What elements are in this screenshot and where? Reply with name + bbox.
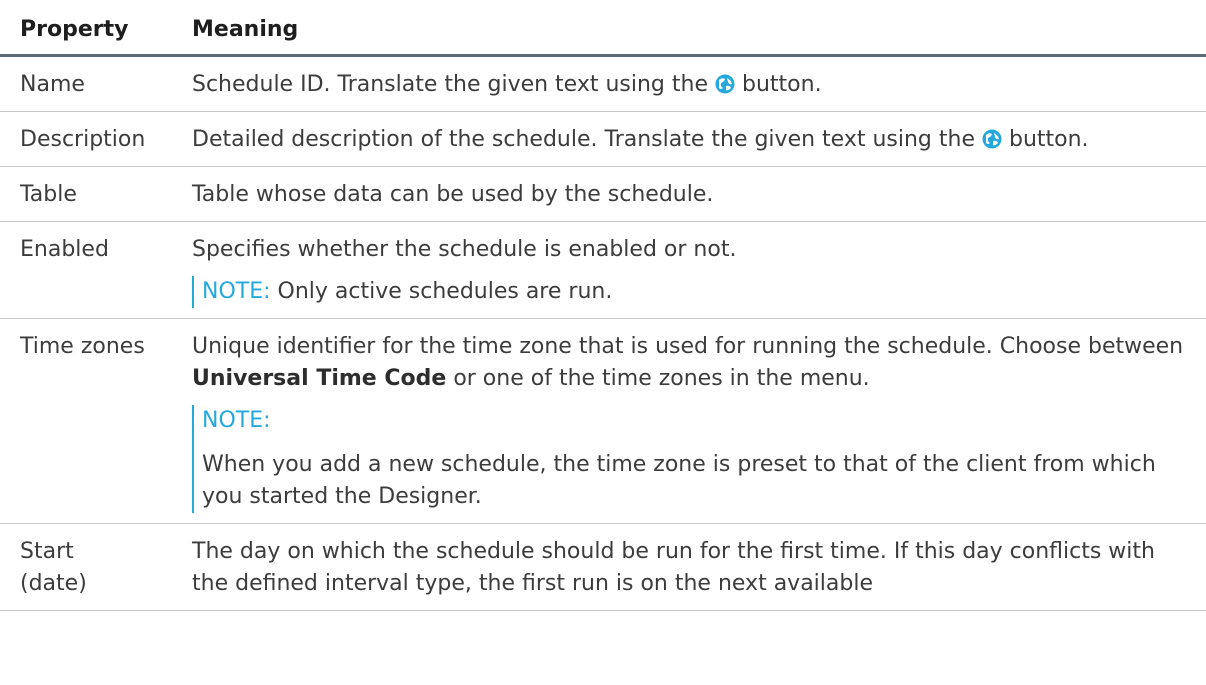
properties-table: Property Meaning Name Schedule ID. Trans… (0, 0, 1206, 611)
meaning-text-after: button. (1008, 127, 1089, 152)
table-header-row: Property Meaning (0, 0, 1206, 57)
note-text: When you add a new schedule, the time zo… (202, 452, 1156, 509)
property-line-1: Start (20, 539, 74, 564)
table-row: Time zones Unique identifier for the tim… (0, 318, 1206, 524)
meaning-bold-term: Universal Time Code (192, 366, 447, 391)
note-label: NOTE: (202, 408, 271, 433)
meaning-text: Specifies whether the schedule is enable… (192, 237, 737, 262)
row-property: Description (0, 111, 178, 167)
header-meaning: Meaning (178, 0, 1206, 57)
meaning-text: Unique identifier for the time zone that… (192, 331, 1186, 395)
meaning-text: Detailed description of the schedule. Tr… (192, 127, 975, 152)
meaning-text-after: or one of the time zones in the menu. (453, 366, 870, 391)
row-property: Table (0, 166, 178, 222)
meaning-text-before: Unique identifier for the time zone that… (192, 334, 1184, 359)
note-box: NOTE: When you add a new schedule, the t… (192, 405, 1186, 513)
table-row: Table Table whose data can be used by th… (0, 166, 1206, 222)
row-property: Start (date) (0, 523, 178, 611)
row-property: Time zones (0, 318, 178, 524)
row-property: Enabled (0, 221, 178, 319)
property-line-2: (date) (20, 571, 87, 596)
row-property: Name (0, 55, 178, 112)
table-row: Enabled Specifies whether the schedule i… (0, 221, 1206, 319)
table-row: Name Schedule ID. Translate the given te… (0, 55, 1206, 112)
note-box: NOTE: Only active schedules are run. (192, 276, 1186, 308)
header-property: Property (0, 0, 178, 57)
row-meaning: Table whose data can be used by the sche… (178, 166, 1206, 222)
row-meaning: Detailed description of the schedule. Tr… (178, 111, 1206, 167)
translate-globe-icon (715, 74, 735, 94)
meaning-text-after: button. (742, 72, 822, 97)
table-row: Description Detailed description of the … (0, 111, 1206, 167)
row-meaning: The day on which the schedule should be … (178, 523, 1206, 611)
row-meaning: Unique identifier for the time zone that… (178, 318, 1206, 524)
row-meaning: Specifies whether the schedule is enable… (178, 221, 1206, 319)
row-meaning: Schedule ID. Translate the given text us… (178, 55, 1206, 112)
table-row: Start (date) The day on which the schedu… (0, 523, 1206, 611)
meaning-text: Schedule ID. Translate the given text us… (192, 72, 708, 97)
note-text: Only active schedules are run. (277, 279, 613, 304)
note-label: NOTE: (202, 279, 271, 304)
translate-globe-icon (982, 129, 1002, 149)
